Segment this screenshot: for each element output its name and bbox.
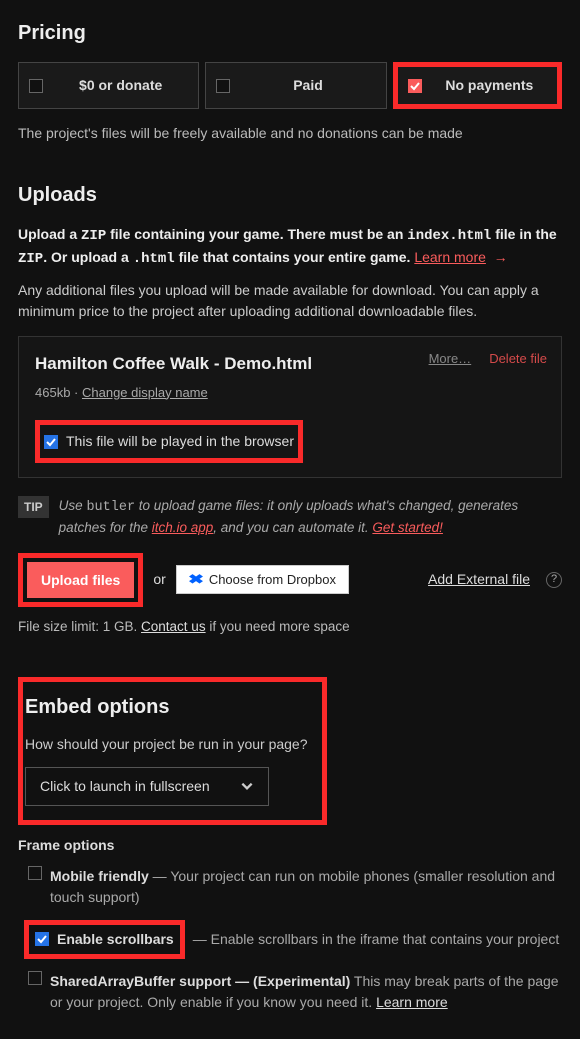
upload-file-card: More… Delete file Hamilton Coffee Walk -… bbox=[18, 336, 562, 478]
get-started-link[interactable]: Get started! bbox=[372, 520, 443, 535]
choose-from-dropbox-button[interactable]: Choose from Dropbox bbox=[176, 565, 349, 594]
chevron-down-icon bbox=[240, 779, 254, 793]
pricing-option-donate[interactable]: $0 or donate bbox=[18, 62, 199, 109]
more-link[interactable]: More… bbox=[429, 349, 472, 369]
checkbox-icon bbox=[216, 79, 230, 93]
add-external-file-link[interactable]: Add External file bbox=[428, 569, 530, 590]
checkbox-checked-icon bbox=[408, 79, 422, 93]
delete-file-link[interactable]: Delete file bbox=[489, 349, 547, 369]
pricing-description: The project's files will be freely avail… bbox=[18, 123, 562, 144]
help-icon[interactable]: ? bbox=[546, 572, 562, 588]
tip-row: TIP Use butler to upload game files: it … bbox=[18, 496, 562, 539]
embed-mode-value: Click to launch in fullscreen bbox=[40, 776, 210, 797]
uploads-heading: Uploads bbox=[18, 180, 562, 210]
checkbox-checked-icon bbox=[35, 932, 49, 946]
pricing-option-label: $0 or donate bbox=[53, 75, 188, 96]
pricing-heading: Pricing bbox=[18, 18, 562, 48]
play-in-browser-label: This file will be played in the browser bbox=[66, 431, 294, 452]
uploads-additional-info: Any additional files you upload will be … bbox=[18, 280, 562, 322]
dropbox-icon bbox=[189, 573, 203, 587]
embed-question: How should your project be run in your p… bbox=[25, 734, 308, 755]
learn-more-link[interactable]: Learn more bbox=[414, 249, 486, 265]
enable-scrollbars-option[interactable]: Enable scrollbars — Enable scrollbars in… bbox=[18, 920, 562, 959]
embed-mode-select[interactable]: Click to launch in fullscreen bbox=[25, 767, 269, 806]
pricing-options: $0 or donate Paid No payments bbox=[18, 62, 562, 109]
pricing-option-label: No payments bbox=[432, 75, 547, 96]
learn-more-link[interactable]: Learn more bbox=[376, 994, 448, 1010]
upload-action-row: Upload files or Choose from Dropbox Add … bbox=[18, 553, 562, 607]
mobile-friendly-option[interactable]: Mobile friendly — Your project can run o… bbox=[18, 866, 562, 908]
pricing-option-no-payments[interactable]: No payments bbox=[398, 67, 557, 104]
pricing-option-paid[interactable]: Paid bbox=[205, 62, 386, 109]
checkbox-icon bbox=[28, 866, 42, 880]
tip-badge: TIP bbox=[18, 496, 49, 518]
checkbox-icon bbox=[28, 971, 42, 985]
checkbox-icon bbox=[29, 79, 43, 93]
file-size-limit: File size limit: 1 GB. Contact us if you… bbox=[18, 617, 562, 637]
or-text: or bbox=[153, 569, 165, 590]
change-display-name-link[interactable]: Change display name bbox=[82, 385, 208, 400]
play-in-browser-option[interactable]: This file will be played in the browser bbox=[40, 425, 298, 458]
frame-options-heading: Frame options bbox=[18, 835, 562, 856]
upload-files-button[interactable]: Upload files bbox=[27, 562, 134, 598]
upload-file-meta: 465kb · Change display name bbox=[35, 383, 545, 403]
contact-us-link[interactable]: Contact us bbox=[141, 619, 206, 634]
shared-array-buffer-option[interactable]: SharedArrayBuffer support — (Experimenta… bbox=[18, 971, 562, 1013]
uploads-instructions: Upload a ZIP file containing your game. … bbox=[18, 224, 562, 270]
itch-app-link[interactable]: itch.io app bbox=[152, 520, 214, 535]
embed-options-heading: Embed options bbox=[25, 692, 308, 722]
checkbox-checked-icon bbox=[44, 435, 58, 449]
pricing-option-label: Paid bbox=[240, 75, 375, 96]
